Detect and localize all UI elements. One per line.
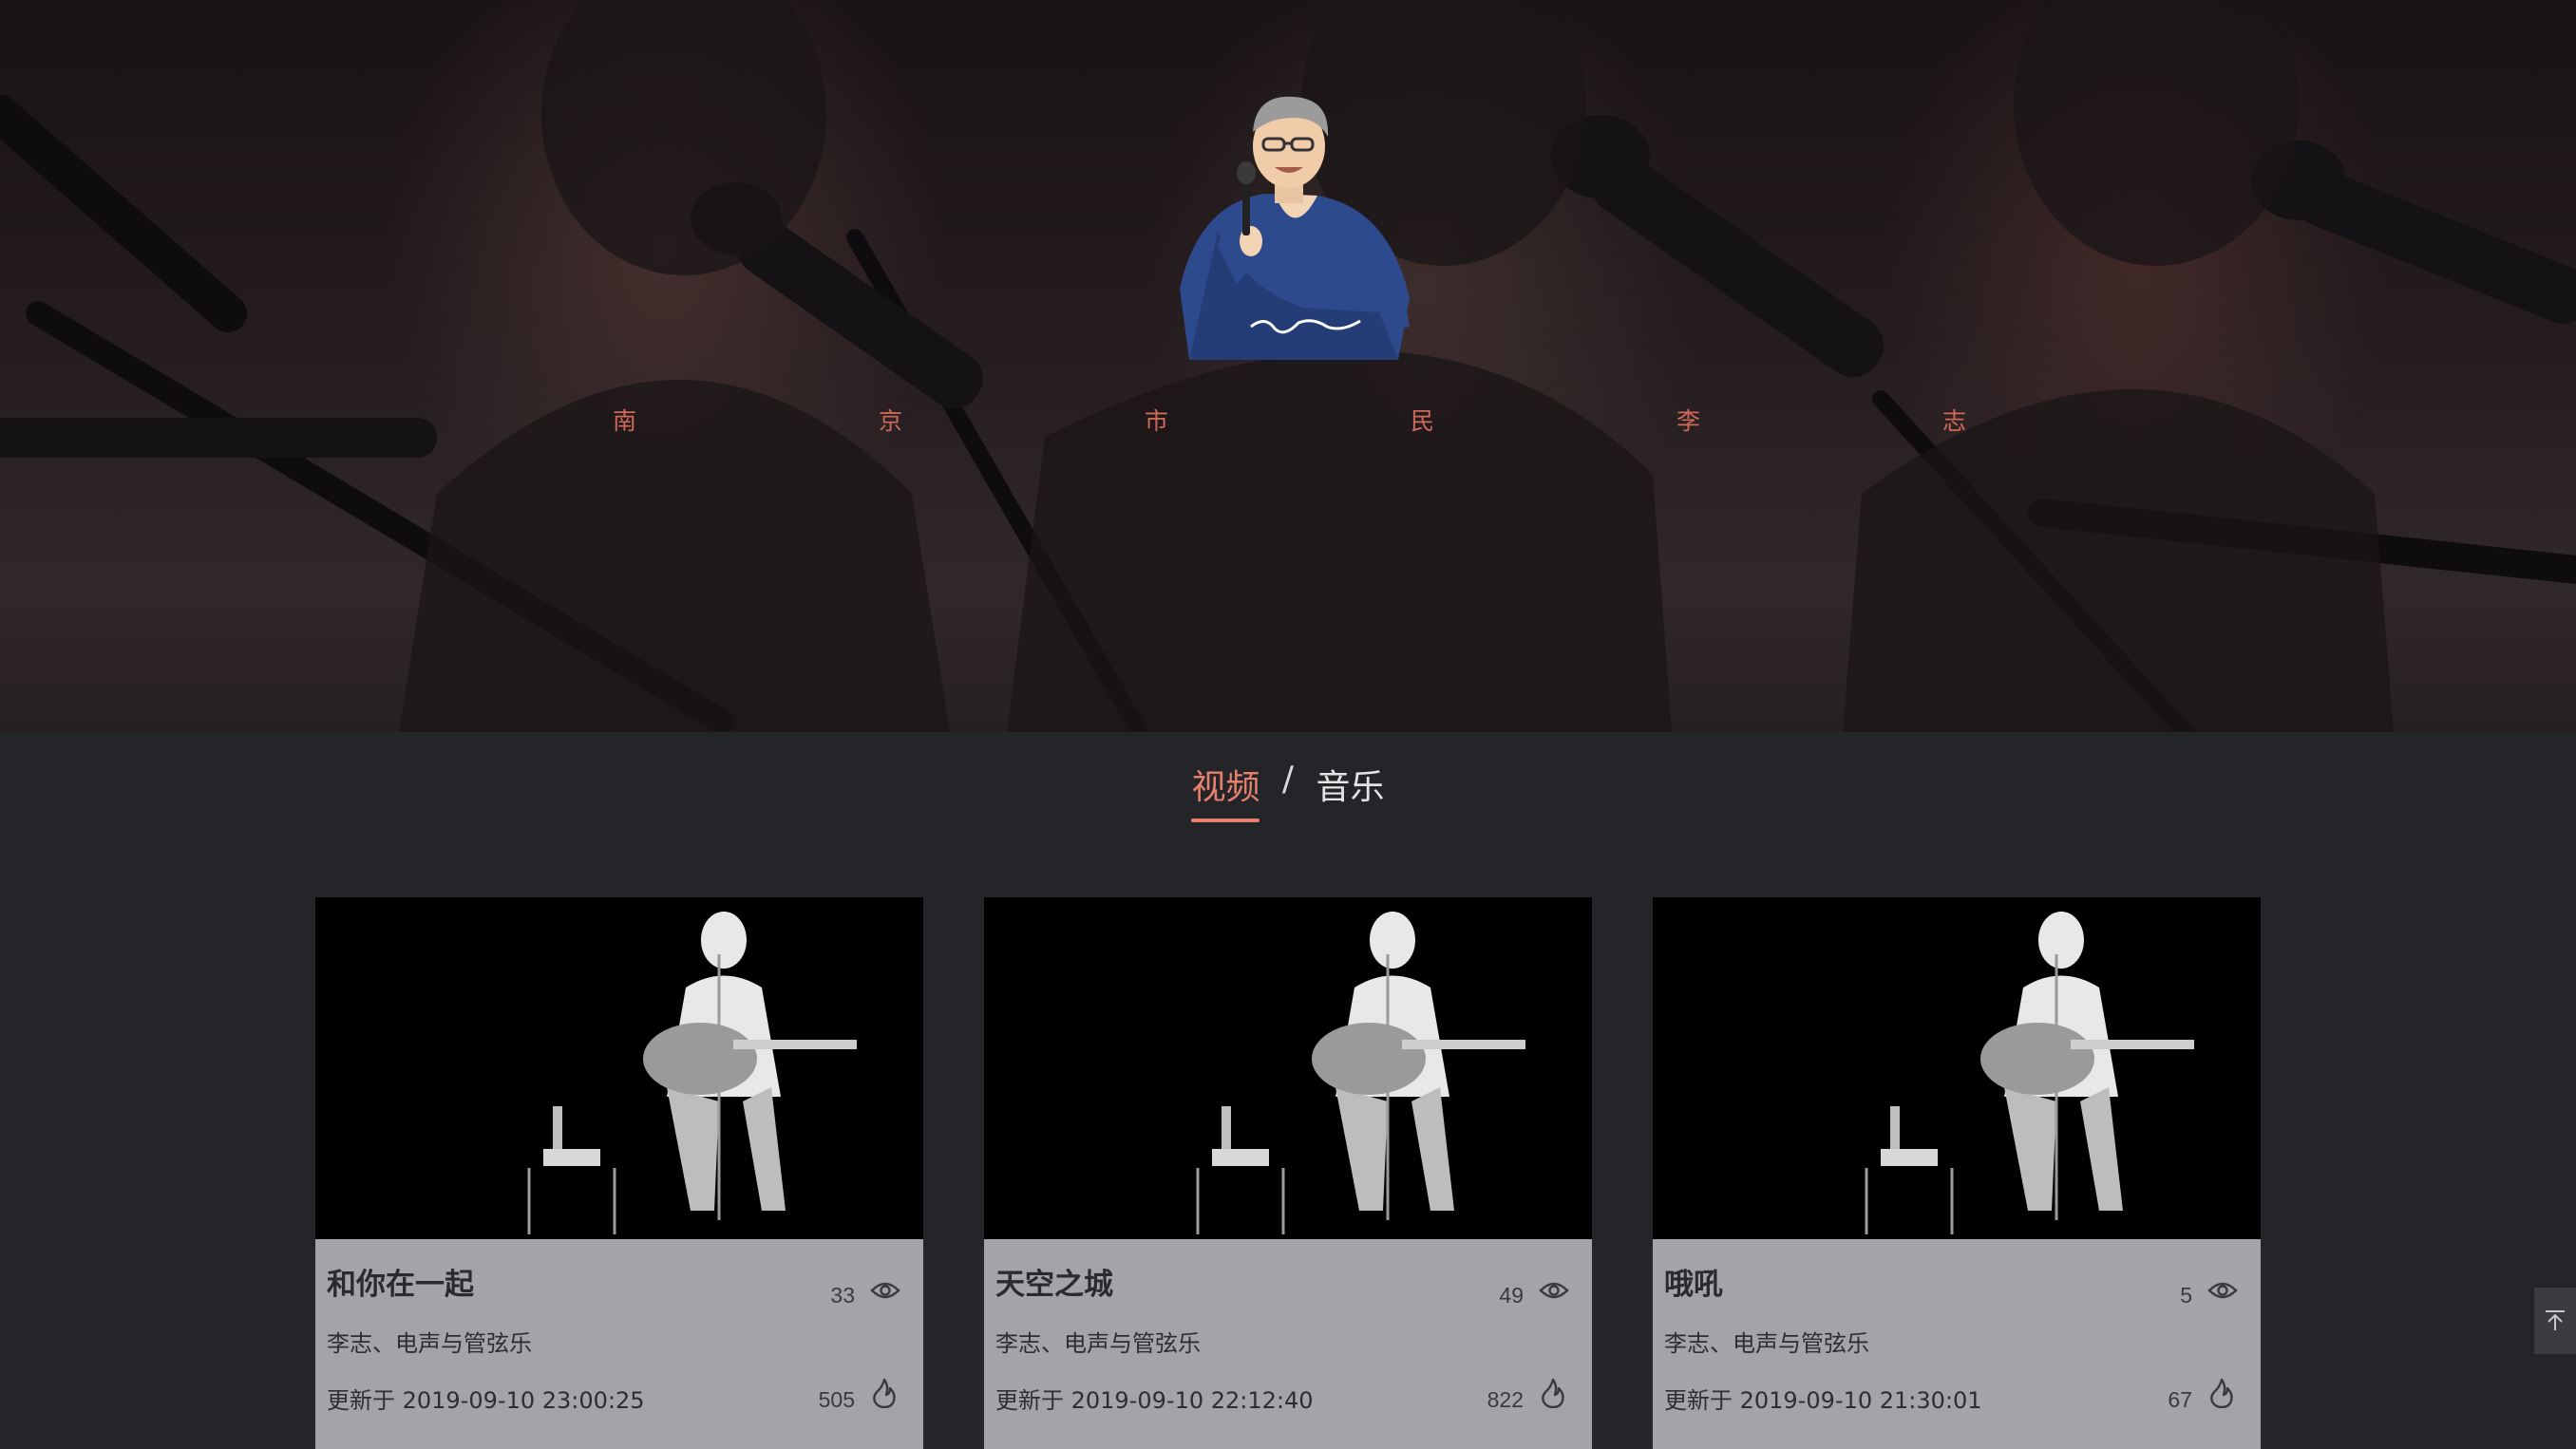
hero-title-char: 民	[1411, 407, 1435, 435]
like-count: 822	[1487, 1387, 1524, 1412]
artist-name: 李志、电声与管弦乐	[1664, 1330, 1869, 1357]
update-time: 更新于 2019-09-10 23:00:25	[327, 1387, 645, 1414]
video-card[interactable]: 哦吼 5 李志、电声与管弦乐 更新于 2019-09-10 21:30:01 6…	[1653, 897, 2261, 1449]
tab-music[interactable]: 音乐	[1316, 760, 1385, 809]
hero-title-char: 市	[1145, 407, 1169, 435]
video-thumbnail[interactable]	[1653, 897, 2261, 1239]
video-title[interactable]: 和你在一起	[327, 1260, 474, 1303]
flame-icon[interactable]	[2209, 1378, 2234, 1408]
arrow-up-to-top-icon	[2546, 1310, 2565, 1330]
artist-name: 李志、电声与管弦乐	[327, 1330, 532, 1357]
tab-separator: /	[1281, 760, 1295, 799]
like-count: 505	[818, 1387, 855, 1412]
media-type-tabs: 视频 / 音乐	[0, 760, 2576, 822]
eye-icon	[2207, 1282, 2238, 1299]
hero-title: 南 京 市 民 李 志	[0, 403, 2576, 435]
artist-name: 李志、电声与管弦乐	[995, 1330, 1201, 1357]
hero-title-char: 志	[1942, 407, 1967, 435]
video-card[interactable]: 天空之城 49 李志、电声与管弦乐 更新于 2019-09-10 22:12:4…	[984, 897, 1592, 1449]
view-count: 5	[2180, 1283, 2192, 1308]
view-count: 49	[1499, 1283, 1524, 1308]
video-card[interactable]: 和你在一起 33 李志、电声与管弦乐 更新于 2019-09-10 23:00:…	[315, 897, 923, 1449]
flame-icon[interactable]	[872, 1378, 897, 1408]
video-thumbnail[interactable]	[984, 897, 1592, 1239]
hero-title-char: 南	[613, 407, 637, 435]
hero-banner: 南 京 市 民 李 志	[0, 0, 2576, 732]
singer-with-microphone-illustration	[1180, 96, 1410, 360]
tab-video[interactable]: 视频	[1191, 760, 1260, 822]
eye-icon	[1539, 1282, 1569, 1299]
update-time: 更新于 2019-09-10 22:12:40	[995, 1387, 1314, 1414]
video-card-list: 和你在一起 33 李志、电声与管弦乐 更新于 2019-09-10 23:00:…	[315, 897, 2263, 1449]
flame-icon[interactable]	[1541, 1378, 1565, 1408]
video-thumbnail[interactable]	[315, 897, 923, 1239]
view-count: 33	[830, 1283, 855, 1308]
hero-title-char: 京	[879, 407, 903, 435]
video-title[interactable]: 哦吼	[1664, 1260, 1723, 1303]
back-to-top-button[interactable]	[2534, 1288, 2576, 1354]
eye-icon	[870, 1282, 900, 1299]
update-time: 更新于 2019-09-10 21:30:01	[1664, 1387, 1982, 1414]
like-count: 67	[2168, 1387, 2192, 1412]
hero-title-char: 李	[1676, 407, 1701, 435]
video-title[interactable]: 天空之城	[995, 1260, 1113, 1303]
